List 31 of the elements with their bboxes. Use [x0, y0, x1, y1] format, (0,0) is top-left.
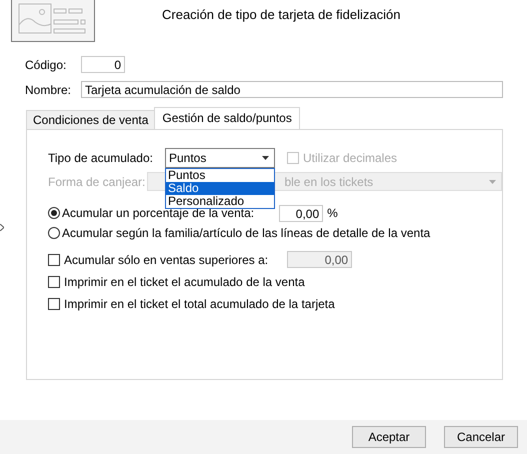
dialog-title: Creación de tipo de tarjeta de fidelización [162, 7, 400, 22]
checkbox[interactable] [48, 254, 60, 266]
option-label: Imprimir en el ticket el total acumulado de la tarjeta [64, 297, 335, 311]
code-label: Código: [25, 58, 68, 72]
checkbox[interactable] [48, 298, 60, 310]
decimals-label: Utilizar decimales [303, 151, 398, 165]
cancel-button[interactable]: Cancelar [444, 426, 518, 448]
tab[interactable]: Gestión de saldo/puntos [154, 107, 300, 129]
tab[interactable]: Condiciones de venta [26, 110, 156, 129]
accept-button[interactable]: Aceptar [352, 426, 426, 448]
checkbox[interactable] [48, 276, 60, 288]
accumulation-type-dropdown[interactable]: Puntos [165, 148, 275, 168]
caret-icon [489, 180, 496, 184]
option-label: Imprimir en el ticket el acumulado de la venta [64, 275, 305, 289]
option-label: Acumular según la familia/artículo de las líneas de detalle de la venta [62, 226, 430, 240]
code-field[interactable]: 0 [81, 56, 125, 73]
dropdown-option[interactable]: Personalizado [166, 195, 274, 208]
option-label: Acumular sólo en ventas superiores a: [64, 252, 268, 266]
option-label: Acumular un porcentaje de la venta: [62, 206, 254, 220]
dropdown-option[interactable]: Puntos [166, 169, 274, 182]
minimum-amount-field[interactable]: 0,00 [287, 251, 352, 268]
percent-unit: % [327, 206, 338, 220]
percent-field[interactable]: 0,00 [279, 204, 324, 222]
accumulation-type-label: Tipo de acumulado: [48, 151, 154, 165]
dropdown-option[interactable]: Saldo [166, 182, 274, 195]
name-label: Nombre: [25, 82, 72, 96]
name-field[interactable]: Tarjeta acumulación de saldo [81, 81, 503, 98]
radio-button[interactable] [48, 227, 60, 239]
radio-button[interactable] [48, 207, 60, 219]
redeem-label: Forma de canjear: [48, 174, 146, 188]
caret-icon [262, 156, 269, 160]
